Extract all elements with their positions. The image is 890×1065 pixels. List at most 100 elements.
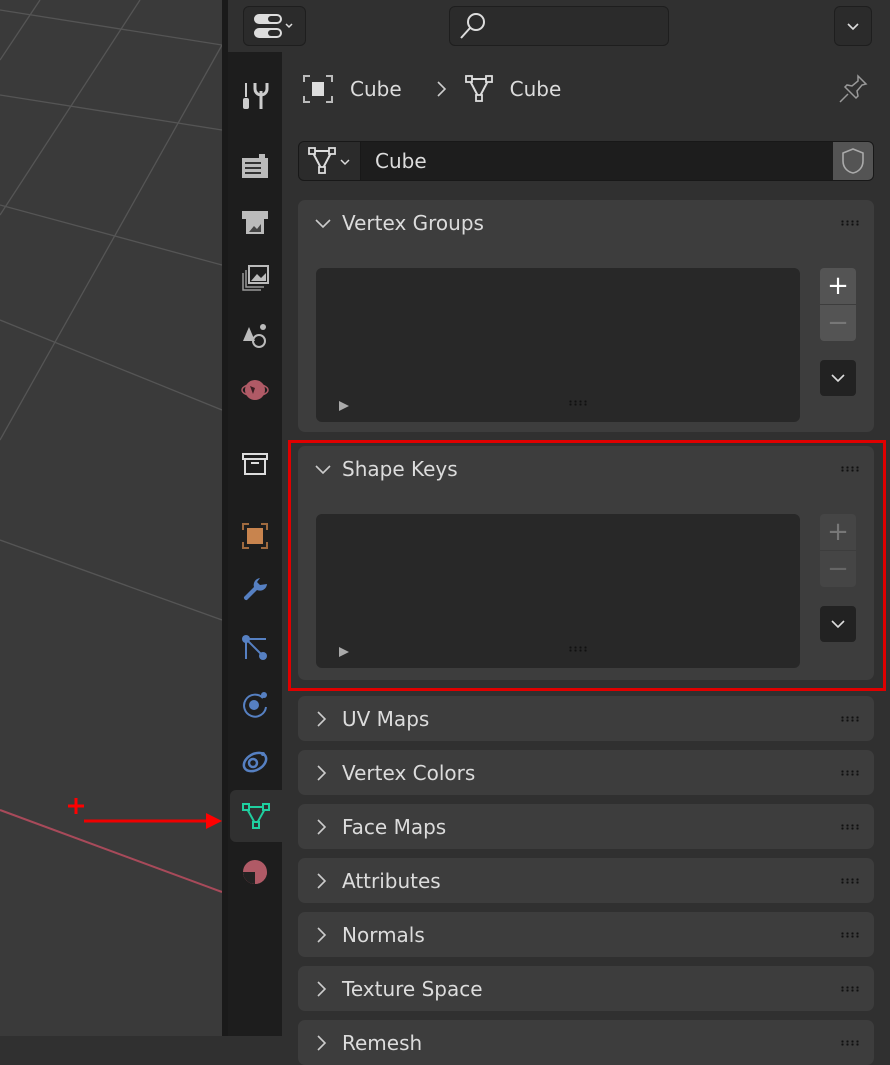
tab-modifiers[interactable] [230, 566, 280, 618]
chevron-right-icon [314, 979, 334, 999]
drag-handle-icon[interactable] [840, 932, 860, 938]
highlight-box [288, 440, 886, 691]
vertex-group-specials-button[interactable] [820, 360, 856, 396]
constraints-icon [242, 751, 268, 773]
drag-handle-icon[interactable] [840, 878, 860, 884]
render-icon [242, 154, 268, 178]
world-icon [241, 380, 269, 400]
tab-material[interactable] [230, 846, 280, 898]
3d-viewport[interactable] [0, 0, 223, 1036]
tab-physics[interactable] [230, 678, 280, 730]
mesh-data-icon [464, 75, 493, 102]
tab-view-layer[interactable] [230, 252, 280, 304]
plus-icon: + [827, 271, 849, 301]
panel-title: Vertex Groups [342, 211, 484, 235]
panel-header[interactable]: Attributes [298, 858, 874, 903]
tab-particles[interactable] [230, 622, 280, 674]
pin-button[interactable] [838, 74, 868, 108]
panel-header[interactable]: Texture Space [298, 966, 874, 1011]
drag-handle-icon[interactable] [840, 770, 860, 776]
tab-world[interactable] [230, 364, 280, 416]
modifier-wrench-icon [243, 578, 267, 601]
properties-tab-bar [228, 52, 282, 1036]
tab-mesh-data[interactable] [230, 790, 282, 842]
panel-header[interactable]: Face Maps [298, 804, 874, 849]
browse-mesh-button[interactable] [299, 142, 361, 180]
drag-handle-icon[interactable] [840, 986, 860, 992]
tool-icon [243, 83, 269, 109]
chevron-right-icon [314, 709, 334, 729]
object-icon [303, 75, 333, 103]
mesh-data-icon [308, 147, 350, 174]
panel-normals: Normals [298, 912, 874, 957]
chevron-down-icon [847, 23, 859, 31]
tab-render[interactable] [230, 140, 280, 192]
panel-header[interactable]: Vertex Colors [298, 750, 874, 795]
fake-user-button[interactable] [833, 142, 873, 180]
chevron-down-icon [831, 374, 845, 383]
properties-editor-icon [254, 14, 293, 38]
drag-handle-icon[interactable] [840, 824, 860, 830]
drag-handle-icon[interactable] [840, 1040, 860, 1046]
tab-tool[interactable] [230, 70, 280, 122]
drag-handle-icon[interactable] [840, 716, 860, 722]
minus-icon: − [827, 308, 849, 338]
panel-vertex-groups: Vertex Groups + − [298, 200, 874, 432]
panel-uv-maps: UV Maps [298, 696, 874, 741]
panel-title: Vertex Colors [342, 760, 476, 785]
physics-icon [243, 692, 267, 718]
options-dropdown-button[interactable] [834, 6, 872, 46]
mesh-data-icon [242, 803, 270, 829]
breadcrumb-object: Cube [350, 77, 402, 101]
panel-face-maps: Face Maps [298, 804, 874, 849]
expand-triangle-icon[interactable] [338, 400, 350, 412]
panel-title: Attributes [342, 868, 441, 893]
panel-remesh: Remesh [298, 1020, 874, 1065]
chevron-down-icon [314, 217, 334, 229]
view-layer-icon [242, 265, 269, 291]
output-icon [242, 211, 268, 234]
chevron-right-icon [437, 81, 446, 97]
search-input[interactable] [449, 6, 669, 46]
editor-type-button[interactable] [243, 6, 306, 46]
chevron-right-icon [314, 817, 334, 837]
chevron-right-icon [314, 871, 334, 891]
pin-icon [839, 74, 868, 103]
material-icon [243, 860, 267, 884]
list-resize-handle-icon[interactable] [568, 400, 588, 406]
tab-object[interactable] [230, 510, 280, 562]
add-vertex-group-button[interactable]: + [820, 268, 856, 304]
panel-title: Remesh [342, 1030, 423, 1055]
collection-icon [242, 453, 268, 475]
panel-title: Face Maps [342, 814, 447, 839]
panel-title: Texture Space [342, 976, 483, 1001]
remove-vertex-group-button[interactable]: − [820, 305, 856, 341]
breadcrumb: Cube Cube [302, 72, 561, 106]
panel-header-vertex-groups[interactable]: Vertex Groups [298, 200, 874, 246]
particles-icon [242, 635, 267, 660]
scene-icon [243, 324, 266, 348]
panel-header[interactable]: UV Maps [298, 696, 874, 741]
tab-constraints[interactable] [230, 734, 280, 786]
panel-header[interactable]: Normals [298, 912, 874, 957]
breadcrumb-mesh: Cube [509, 77, 562, 101]
panel-texture-space: Texture Space [298, 966, 874, 1011]
annotation-arrow [68, 798, 222, 829]
chevron-right-icon [314, 925, 334, 945]
drag-handle-icon[interactable] [840, 220, 860, 226]
mesh-name-field[interactable]: Cube [361, 142, 833, 180]
mesh-name: Cube [375, 149, 427, 173]
vertex-groups-list[interactable] [316, 268, 800, 422]
tab-scene[interactable] [230, 309, 280, 361]
panel-title: UV Maps [342, 706, 430, 731]
object-icon [242, 523, 268, 549]
chevron-right-icon [314, 763, 334, 783]
search-icon [460, 13, 485, 39]
panel-header[interactable]: Remesh [298, 1020, 874, 1065]
tab-output[interactable] [230, 196, 280, 248]
tab-collection[interactable] [230, 438, 280, 490]
mesh-datablock-selector: Cube [298, 141, 874, 181]
shield-icon [842, 148, 864, 174]
panel-attributes: Attributes [298, 858, 874, 903]
panel-vertex-colors: Vertex Colors [298, 750, 874, 795]
